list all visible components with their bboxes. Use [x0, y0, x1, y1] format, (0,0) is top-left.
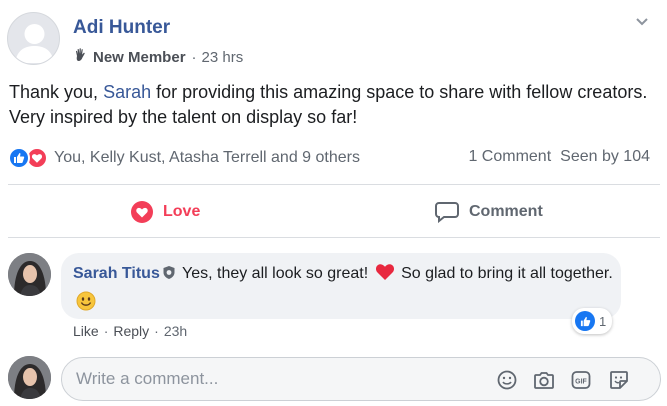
seen-count[interactable]: Seen by 104 — [560, 148, 650, 166]
like-reaction-icon — [8, 147, 30, 169]
chevron-down-icon[interactable] — [635, 14, 649, 26]
author-name[interactable]: Adi Hunter — [73, 17, 170, 39]
separator-dot: · — [191, 48, 197, 66]
smiling-face-icon — [76, 291, 96, 320]
comment-button[interactable]: Comment — [435, 196, 543, 228]
waving-hand-icon — [73, 47, 89, 67]
love-button[interactable]: Love — [131, 196, 200, 228]
post-meta: New Member · 23 hrs — [73, 47, 243, 67]
reaction-names[interactable]: You, Kelly Kust, Atasha Terrell and 9 ot… — [54, 149, 360, 167]
comment-count[interactable]: 1 Comment — [468, 148, 551, 166]
reactions-summary[interactable]: You, Kelly Kust, Atasha Terrell and 9 ot… — [8, 146, 360, 170]
post-stats: 1 Comment Seen by 104 — [468, 148, 650, 166]
reply-link[interactable]: Reply — [113, 323, 149, 339]
divider — [8, 237, 660, 238]
comment-reaction-count[interactable]: 1 — [572, 308, 613, 334]
red-heart-icon — [375, 262, 395, 290]
reaction-count: 1 — [599, 313, 607, 329]
gif-icon[interactable]: GIF — [570, 369, 592, 391]
post-card: Adi Hunter New Member · 23 hrs Thank you… — [0, 0, 667, 406]
post-text-start: Thank you, — [9, 82, 104, 102]
commenter-name[interactable]: Sarah Titus — [73, 265, 160, 282]
comment-text-part1: Yes, they all look so great! — [177, 265, 373, 282]
like-link[interactable]: Like — [73, 323, 99, 339]
divider — [8, 184, 660, 185]
post-body: Thank you, Sarah for providing this amaz… — [9, 80, 649, 130]
post-time[interactable]: 23 hrs — [202, 49, 244, 66]
comment-label: Comment — [469, 203, 543, 220]
admin-shield-icon — [162, 263, 176, 289]
comment-text: Sarah Titus Yes, they all look so great!… — [73, 261, 613, 320]
comment-time[interactable]: 23h — [164, 323, 187, 339]
comment-actions: Like · Reply · 23h — [73, 323, 187, 339]
comment-text-part2: So glad to bring it all together. — [396, 265, 613, 282]
comment-composer[interactable]: GIF — [61, 357, 661, 401]
emoji-icon[interactable] — [496, 369, 518, 391]
mention-link[interactable]: Sarah — [103, 82, 151, 102]
commenter-avatar[interactable] — [8, 253, 51, 296]
like-reaction-icon — [575, 311, 595, 331]
separator-dot: · — [103, 323, 109, 339]
separator-dot: · — [154, 323, 159, 339]
member-badge: New Member — [93, 48, 186, 66]
sticker-icon[interactable] — [608, 369, 630, 391]
speech-bubble-icon — [435, 202, 459, 223]
current-user-avatar[interactable] — [8, 356, 51, 399]
heart-icon — [131, 201, 153, 223]
svg-text:GIF: GIF — [575, 379, 587, 386]
author-avatar[interactable] — [7, 12, 60, 65]
comment-input[interactable] — [76, 358, 476, 400]
love-label: Love — [163, 203, 201, 220]
camera-icon[interactable] — [533, 369, 555, 391]
comment-bubble: Sarah Titus Yes, they all look so great!… — [61, 253, 621, 319]
